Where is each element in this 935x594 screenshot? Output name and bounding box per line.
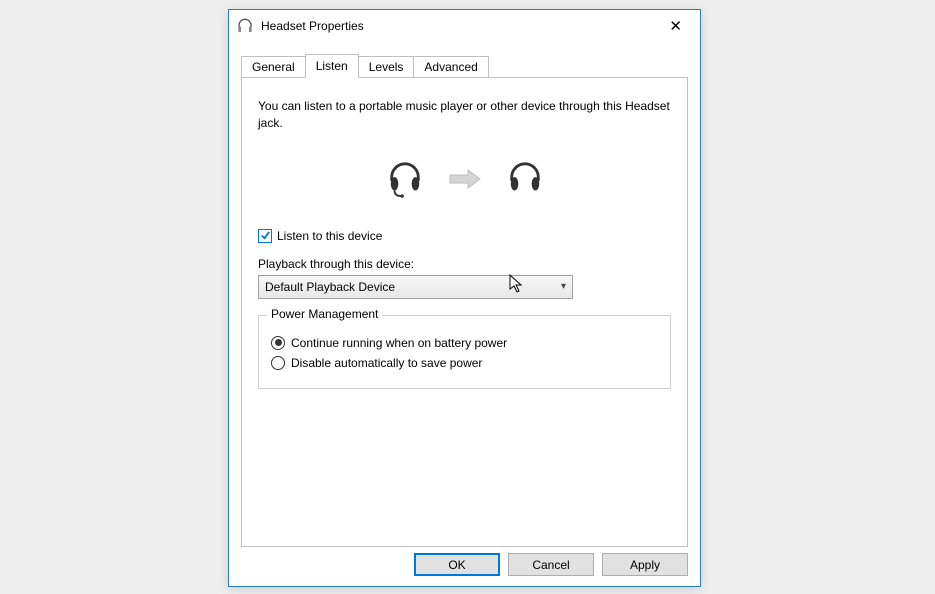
radio-disable-label: Disable automatically to save power [291, 356, 482, 370]
radio-continue-row: Continue running when on battery power [271, 336, 658, 350]
listen-checkbox-row: Listen to this device [258, 229, 671, 243]
tab-listen[interactable]: Listen [305, 54, 359, 78]
chevron-down-icon: ▾ [561, 281, 566, 292]
radio-disable-auto[interactable] [271, 356, 285, 370]
radio-continue-label: Continue running when on battery power [291, 336, 507, 350]
radio-continue-running[interactable] [271, 336, 285, 350]
tab-general[interactable]: General [241, 56, 306, 78]
device-illustration [258, 160, 671, 201]
listen-checkbox[interactable] [258, 229, 272, 243]
headphones-icon [506, 160, 544, 201]
tabstrip: General Listen Levels Advanced [229, 42, 700, 78]
close-button[interactable]: ✕ [659, 15, 692, 37]
titlebar: Headset Properties ✕ [229, 10, 700, 42]
tab-levels[interactable]: Levels [358, 56, 415, 78]
cancel-button[interactable]: Cancel [508, 553, 594, 576]
listen-checkbox-label: Listen to this device [277, 229, 382, 243]
tab-advanced[interactable]: Advanced [413, 56, 488, 78]
dialog-button-bar: OK Cancel Apply [414, 553, 688, 576]
ok-button[interactable]: OK [414, 553, 500, 576]
playback-device-value: Default Playback Device [265, 280, 395, 294]
apply-button[interactable]: Apply [602, 553, 688, 576]
dialog-title: Headset Properties [261, 19, 659, 33]
headset-icon [237, 18, 253, 34]
power-management-group: Power Management Continue running when o… [258, 315, 671, 389]
power-management-title: Power Management [267, 307, 382, 321]
listen-description: You can listen to a portable music playe… [258, 98, 671, 132]
playback-through-label: Playback through this device: [258, 257, 671, 271]
headset-with-mic-icon [386, 160, 424, 201]
arrow-right-icon [448, 169, 482, 192]
tab-panel-listen: You can listen to a portable music playe… [241, 77, 688, 547]
check-icon [260, 230, 271, 241]
radio-disable-row: Disable automatically to save power [271, 356, 658, 370]
playback-device-dropdown[interactable]: Default Playback Device ▾ [258, 275, 573, 299]
headset-properties-dialog: Headset Properties ✕ General Listen Leve… [228, 9, 701, 587]
